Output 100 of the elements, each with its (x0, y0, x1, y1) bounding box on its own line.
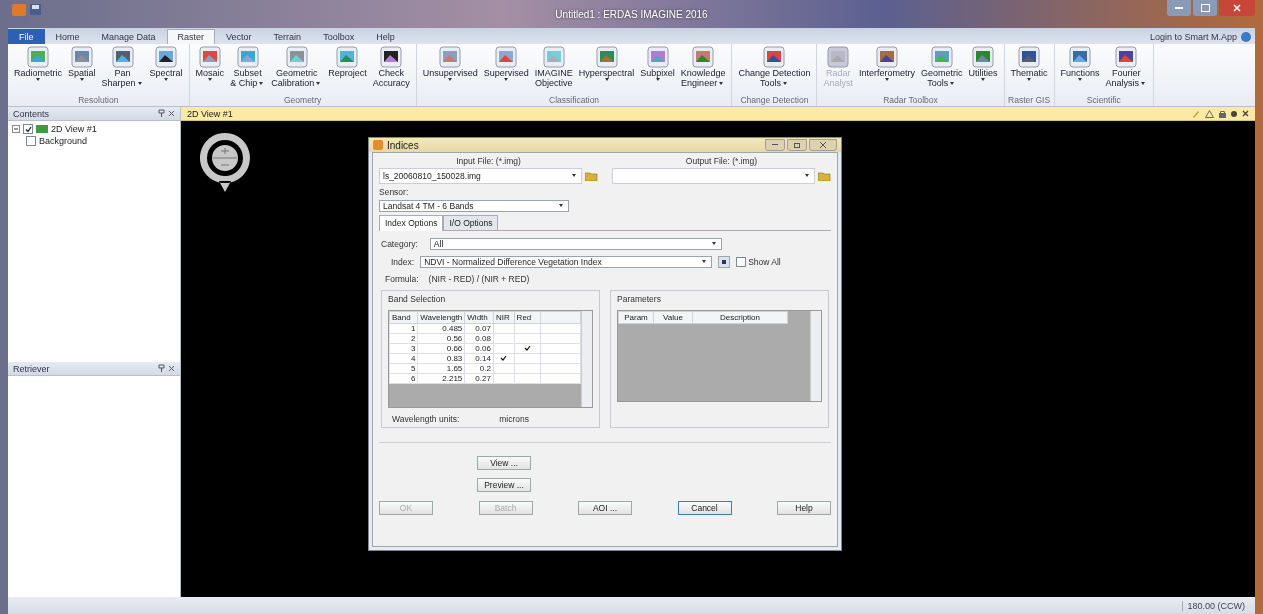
dropdown-caret-icon[interactable] (164, 78, 169, 81)
check-cell[interactable] (514, 353, 541, 364)
index-info-button[interactable] (718, 256, 731, 268)
index-dropdown[interactable]: NDVI - Normalized Difference Vegetation Index (420, 256, 713, 268)
dialog-button[interactable]: Preview ... (477, 478, 531, 492)
sensor-dropdown[interactable]: Landsat 4 TM - 6 Bands (379, 200, 569, 212)
collapse-icon[interactable] (12, 125, 20, 133)
ribbon-button[interactable]: Spectral (146, 44, 186, 84)
ribbon-button[interactable]: Subset & Chip (227, 44, 269, 90)
ribbon-button[interactable]: Supervised (480, 44, 532, 84)
ribbon-button[interactable]: Unsupervised (419, 44, 481, 84)
column-header[interactable]: Value (653, 311, 693, 324)
dropdown-caret-icon[interactable] (885, 78, 889, 81)
check-cell[interactable] (493, 373, 515, 384)
category-dropdown[interactable]: All (429, 238, 722, 250)
ribbon-button[interactable]: Spatial (65, 44, 99, 84)
view-tab[interactable]: 2D View #1 (187, 108, 233, 119)
check-cell[interactable] (493, 363, 515, 374)
help-icon[interactable] (1241, 32, 1251, 42)
dropdown-caret-icon[interactable] (137, 81, 142, 85)
maximize-button[interactable] (1193, 0, 1217, 16)
check-cell[interactable] (493, 333, 515, 344)
dropdown-caret-icon[interactable] (36, 78, 40, 81)
ribbon-button[interactable]: Interferometry (856, 44, 918, 84)
dropdown-caret-icon[interactable] (1141, 81, 1146, 85)
maximize-button[interactable] (787, 139, 807, 151)
check-cell[interactable] (514, 363, 541, 374)
dialog-button[interactable]: View ... (477, 456, 531, 470)
dropdown-caret-icon[interactable] (316, 81, 321, 85)
save-icon[interactable] (30, 4, 41, 15)
pin-icon[interactable] (158, 108, 166, 117)
column-header[interactable]: Width (464, 311, 494, 324)
show-all-checkbox[interactable] (736, 257, 747, 267)
dialog-tab[interactable]: I/O Options (443, 215, 499, 230)
check-cell[interactable] (514, 333, 541, 344)
dropdown-caret-icon[interactable] (79, 78, 84, 81)
dropdown-caret-icon[interactable] (448, 78, 453, 81)
dropdown-caret-icon[interactable] (259, 81, 264, 85)
tree-item[interactable]: 2D View #1 (51, 124, 97, 134)
dropdown-caret-icon[interactable] (504, 78, 509, 81)
ribbon-button[interactable]: Check Accuracy (369, 44, 413, 90)
ribbon-tab[interactable]: Help (365, 29, 406, 44)
column-header[interactable]: NIR (493, 311, 515, 324)
ribbon-button[interactable]: Fourier Analysis (1102, 44, 1151, 90)
output-file-field[interactable] (612, 168, 815, 184)
dropdown-caret-icon[interactable] (702, 260, 707, 263)
dropdown-caret-icon[interactable] (981, 78, 986, 81)
ribbon-button[interactable]: Pan Sharpen (98, 44, 147, 90)
login-link[interactable]: Login to Smart M.App (1145, 30, 1241, 44)
ribbon-tab[interactable]: Raster (166, 29, 216, 44)
check-cell[interactable] (514, 323, 541, 334)
ribbon-tab[interactable]: Terrain (262, 29, 313, 44)
close-icon[interactable] (168, 364, 175, 372)
ribbon-button[interactable]: IMAGINE Objective (531, 44, 576, 90)
folder-icon[interactable] (818, 171, 831, 181)
minimize-button[interactable] (765, 139, 785, 151)
dropdown-caret-icon[interactable] (572, 174, 576, 177)
pin-icon[interactable] (1231, 109, 1237, 118)
check-cell[interactable] (493, 343, 515, 354)
check-cell[interactable] (514, 373, 541, 384)
dropdown-caret-icon[interactable] (711, 242, 716, 245)
ribbon-tab[interactable]: Toolbox (312, 29, 366, 44)
dropdown-caret-icon[interactable] (655, 78, 660, 81)
ribbon-button[interactable]: Geometric Tools (918, 44, 966, 90)
dialog-button[interactable]: Help (777, 501, 831, 515)
check-cell[interactable] (514, 343, 541, 354)
dialog-button[interactable]: AOI ... (578, 501, 632, 515)
input-file-field[interactable]: ls_20060810_150028.img (379, 168, 582, 184)
dropdown-caret-icon[interactable] (207, 78, 212, 81)
check-cell[interactable] (493, 353, 515, 364)
close-button[interactable] (1219, 0, 1255, 16)
dialog-button[interactable]: Cancel (677, 501, 732, 515)
ribbon-button[interactable]: Functions (1057, 44, 1103, 84)
dropdown-caret-icon[interactable] (1027, 78, 1032, 81)
dropdown-caret-icon[interactable] (559, 204, 563, 207)
ribbon-button[interactable]: Knowledge Engineer (677, 44, 729, 90)
column-header[interactable]: Red (514, 311, 541, 324)
ribbon-tab[interactable]: Vector (215, 29, 263, 44)
scrollbar[interactable] (581, 311, 592, 407)
tree-item[interactable]: Background (39, 136, 88, 146)
lock-icon[interactable] (1219, 109, 1226, 118)
warning-icon[interactable] (1205, 109, 1214, 118)
ribbon-button[interactable]: Subpixel (637, 44, 678, 84)
dropdown-caret-icon[interactable] (719, 81, 724, 85)
dropdown-caret-icon[interactable] (805, 174, 809, 177)
layer-checkbox[interactable] (23, 124, 33, 134)
ribbon-button[interactable]: Reproject (325, 44, 370, 80)
close-button[interactable] (809, 139, 837, 151)
column-header[interactable]: Param (618, 311, 654, 324)
close-icon[interactable] (1242, 109, 1249, 117)
ribbon-tab[interactable]: Manage Data (90, 29, 167, 44)
ribbon-button[interactable]: Hyperspectral (575, 44, 638, 84)
minimize-button[interactable] (1167, 0, 1191, 16)
pin-icon[interactable] (158, 363, 166, 372)
ribbon-button[interactable]: Mosaic (192, 44, 228, 84)
ribbon-button[interactable]: Thematic (1007, 44, 1051, 84)
layer-checkbox[interactable] (26, 136, 36, 146)
ribbon-button[interactable]: Geometric Calibration (268, 44, 326, 90)
dropdown-caret-icon[interactable] (1078, 78, 1083, 81)
file-menu-tab[interactable]: File (8, 29, 45, 44)
